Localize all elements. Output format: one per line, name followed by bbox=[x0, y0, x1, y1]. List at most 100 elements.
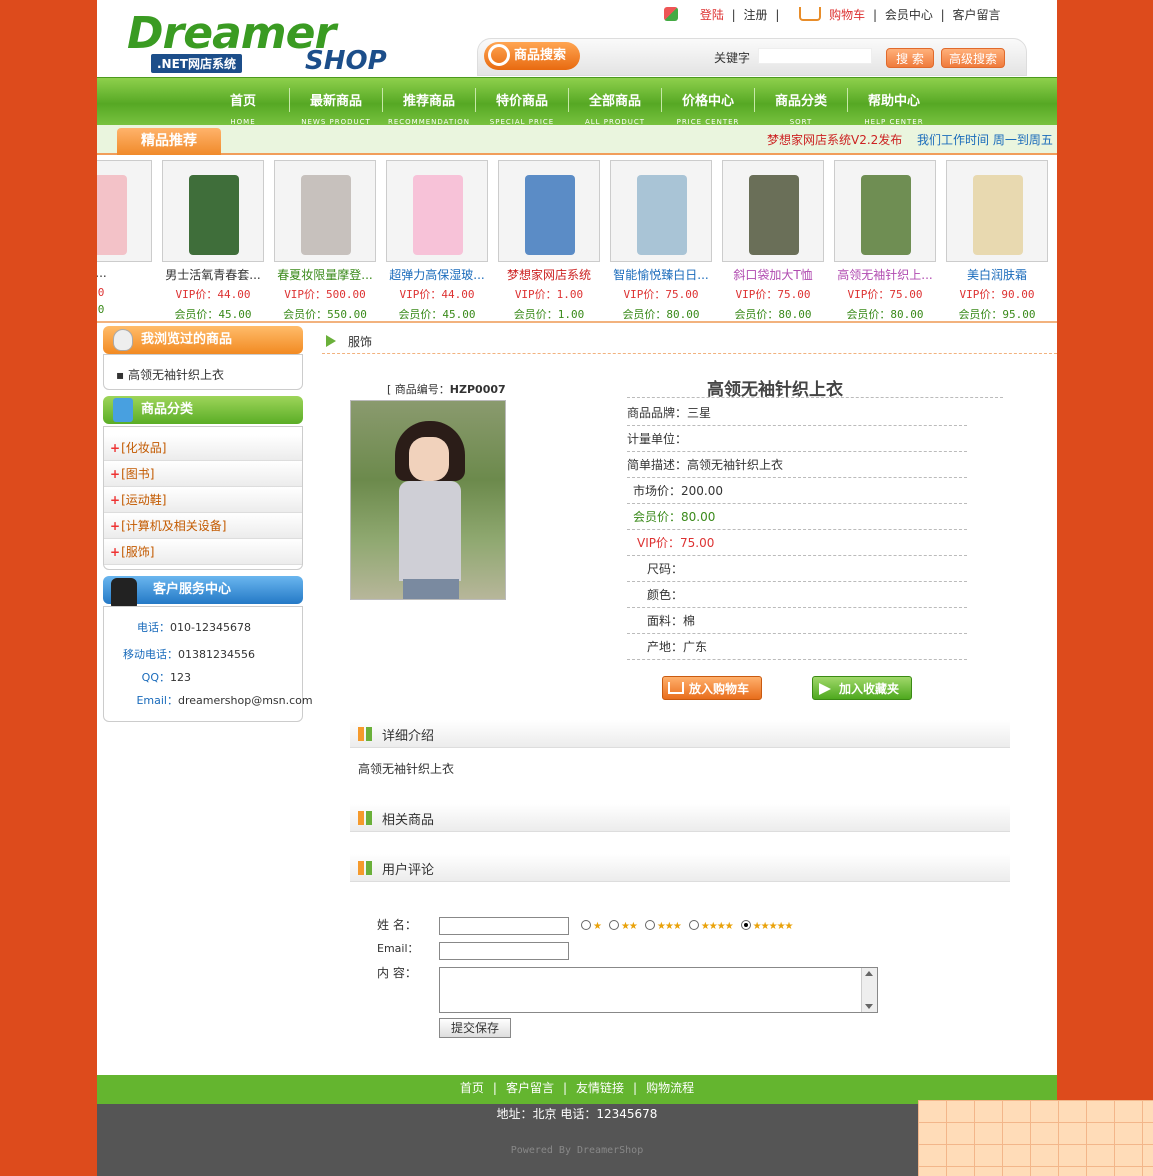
product-thumbnail[interactable] bbox=[722, 160, 824, 262]
category-item[interactable]: +[服饰] bbox=[104, 539, 302, 565]
email-value[interactable]: dreamershop@msn.com bbox=[178, 694, 313, 707]
featured-tab[interactable]: 精品推荐 bbox=[117, 128, 221, 155]
radio-button[interactable] bbox=[608, 920, 619, 930]
qq-key: QQ： bbox=[141, 671, 170, 684]
plus-icon: + bbox=[110, 545, 121, 559]
add-to-favorites-button[interactable]: 加入收藏夹 bbox=[812, 676, 912, 700]
add-to-cart-button[interactable]: 放入购物车 bbox=[662, 676, 762, 700]
category-item[interactable]: +[运动鞋] bbox=[104, 487, 302, 513]
product-thumbnail[interactable] bbox=[162, 160, 264, 262]
attr-row: 简单描述：高领无袖针织上衣 bbox=[627, 452, 967, 478]
submit-button[interactable]: 提交保存 bbox=[439, 1018, 511, 1038]
news-ticker[interactable]: 梦想家网店系统V2.2发布 bbox=[767, 131, 902, 148]
product-thumbnail[interactable] bbox=[946, 160, 1048, 262]
category-label: [服饰] bbox=[121, 545, 155, 559]
strip-product[interactable]: 斜口袋加大T恤 VIP价：75.00 会员价：80.00 bbox=[717, 160, 829, 321]
keyword-input[interactable] bbox=[758, 48, 872, 64]
product-image[interactable] bbox=[350, 400, 506, 600]
product-thumbnail[interactable] bbox=[498, 160, 600, 262]
category-item[interactable]: +[化妆品] bbox=[104, 435, 302, 461]
message-link[interactable]: 客户留言 bbox=[953, 8, 1001, 22]
footer-link[interactable]: 购物流程 bbox=[646, 1081, 694, 1095]
strip-product[interactable]: 梦想家网店系统 VIP价：1.00 会员价：1.00 bbox=[493, 160, 605, 321]
breadcrumb-text[interactable]: 服饰 bbox=[348, 333, 372, 350]
footer-link[interactable]: 友情链接 bbox=[576, 1081, 624, 1095]
strip-product[interactable]: 美白润肤霜 VIP价：90.00 会员价：95.00 bbox=[941, 160, 1053, 321]
site-logo[interactable]: Dreamer .NET网店系统 SHOP bbox=[127, 8, 387, 76]
footer-separator: | bbox=[633, 1081, 638, 1095]
product-name[interactable]: 高领无袖针织上... bbox=[829, 266, 941, 284]
category-item[interactable]: +[图书] bbox=[104, 461, 302, 487]
rating-option-2[interactable]: ★★ bbox=[608, 918, 638, 932]
rating-option-5[interactable]: ★★★★★ bbox=[740, 918, 794, 932]
product-name[interactable]: 梦想家网店系统 bbox=[493, 266, 605, 284]
telephone-icon bbox=[111, 578, 137, 608]
product-name[interactable]: ... bbox=[97, 266, 157, 284]
category-title: 商品分类 bbox=[141, 402, 194, 417]
name-input[interactable] bbox=[439, 917, 569, 935]
member-center-link[interactable]: 会员中心 bbox=[885, 8, 933, 22]
bag-icon bbox=[113, 398, 133, 422]
attr-key: 产地： bbox=[647, 640, 684, 654]
product-thumbnail[interactable] bbox=[386, 160, 488, 262]
cart-link[interactable]: 购物车 bbox=[829, 8, 865, 22]
footer-link[interactable]: 首页 bbox=[460, 1081, 484, 1095]
radio-button[interactable] bbox=[644, 920, 655, 930]
strip-product[interactable]: 高领无袖针织上... VIP价：75.00 会员价：80.00 bbox=[829, 160, 941, 321]
radio-button[interactable] bbox=[581, 920, 591, 930]
strip-product[interactable]: 男士活氧青春套... VIP价：44.00 会员价：45.00 bbox=[157, 160, 269, 321]
nav-item-all-product[interactable]: 全部商品 ALL PRODUCT bbox=[569, 78, 661, 126]
product-name[interactable]: 超弹力高保湿玻... bbox=[381, 266, 493, 284]
product-strip: ... 0 0 男士活氧青春套... VIP价：44.00 会员价：45.00 春夏妆限量摩… bbox=[97, 157, 1057, 323]
nav-item-sort[interactable]: 商品分类 SORT bbox=[755, 78, 847, 126]
detail-title: 详细介绍 bbox=[382, 729, 435, 744]
attr-row: 颜色： bbox=[627, 582, 967, 608]
nav-item-special-price[interactable]: 特价商品 SPECIAL PRICE bbox=[476, 78, 568, 126]
product-name[interactable]: 智能愉悦臻白日... bbox=[605, 266, 717, 284]
product-thumbnail[interactable] bbox=[97, 160, 152, 262]
product-thumbnail[interactable] bbox=[610, 160, 712, 262]
search-button[interactable]: 搜 索 bbox=[886, 48, 934, 68]
plus-icon: + bbox=[110, 467, 121, 481]
product-name[interactable]: 春夏妆限量摩登... bbox=[269, 266, 381, 284]
product-thumbnail[interactable] bbox=[834, 160, 936, 262]
service-box: 电话：010-12345678 移动电话：01381234556 QQ：123 … bbox=[103, 606, 313, 722]
email-input[interactable] bbox=[439, 942, 569, 960]
product-name[interactable]: 斜口袋加大T恤 bbox=[717, 266, 829, 284]
nav-item-news-product[interactable]: 最新商品 NEWS PRODUCT bbox=[290, 78, 382, 126]
phone-key: 电话： bbox=[137, 621, 170, 634]
nav-item-help-center[interactable]: 帮助中心 HELP CENTER bbox=[848, 78, 940, 126]
category-item[interactable]: +[计算机及相关设备] bbox=[104, 513, 302, 539]
footer-link[interactable]: 客户留言 bbox=[506, 1081, 554, 1095]
rating-option-4[interactable]: ★★★★ bbox=[688, 918, 734, 932]
radio-button[interactable] bbox=[740, 920, 751, 930]
scroll-up-icon[interactable] bbox=[865, 971, 873, 976]
strip-product[interactable]: 智能愉悦臻白日... VIP价：75.00 会员价：80.00 bbox=[605, 160, 717, 321]
nav-item-home[interactable]: 首页 HOME bbox=[197, 78, 289, 126]
search-title-text: 商品搜索 bbox=[514, 48, 567, 63]
rating-option-3[interactable]: ★★★ bbox=[644, 918, 682, 932]
textarea-scrollbar[interactable] bbox=[861, 968, 877, 1012]
viewed-item[interactable]: ▪ 高领无袖针织上衣 bbox=[104, 355, 302, 383]
advanced-search-button[interactable]: 高级搜索 bbox=[941, 48, 1005, 68]
strip-product[interactable]: 超弹力高保湿玻... VIP价：44.00 会员价：45.00 bbox=[381, 160, 493, 321]
strip-product[interactable]: 春夏妆限量摩登... VIP价：500.00 会员价：550.00 bbox=[269, 160, 381, 321]
content-textarea[interactable] bbox=[439, 967, 878, 1013]
scroll-down-icon[interactable] bbox=[865, 1004, 873, 1009]
product-name[interactable]: 男士活氧青春套... bbox=[157, 266, 269, 284]
detail-section-header: 详细介绍 bbox=[350, 720, 1010, 748]
product-thumbnail[interactable] bbox=[274, 160, 376, 262]
radio-button[interactable] bbox=[688, 920, 699, 930]
rating-option-1[interactable]: ★ bbox=[581, 918, 602, 932]
nav-item-recommendation[interactable]: 推荐商品 RECOMMENDATION bbox=[383, 78, 475, 126]
login-link[interactable]: 登陆 bbox=[700, 8, 724, 22]
nav-item-price-center[interactable]: 价格中心 PRICE CENTER bbox=[662, 78, 754, 126]
attr-row: 面料：棉 bbox=[627, 608, 967, 634]
nav-separator bbox=[289, 88, 290, 112]
register-link[interactable]: 注册 bbox=[744, 8, 768, 22]
work-hours: 我们工作时间 周一到周五 bbox=[917, 133, 1053, 147]
star-icon: ★★★★★ bbox=[752, 921, 794, 932]
product-name[interactable]: 美白润肤霜 bbox=[941, 266, 1053, 284]
cart-icon[interactable] bbox=[799, 7, 822, 21]
strip-product[interactable]: ... 0 0 bbox=[97, 160, 157, 316]
